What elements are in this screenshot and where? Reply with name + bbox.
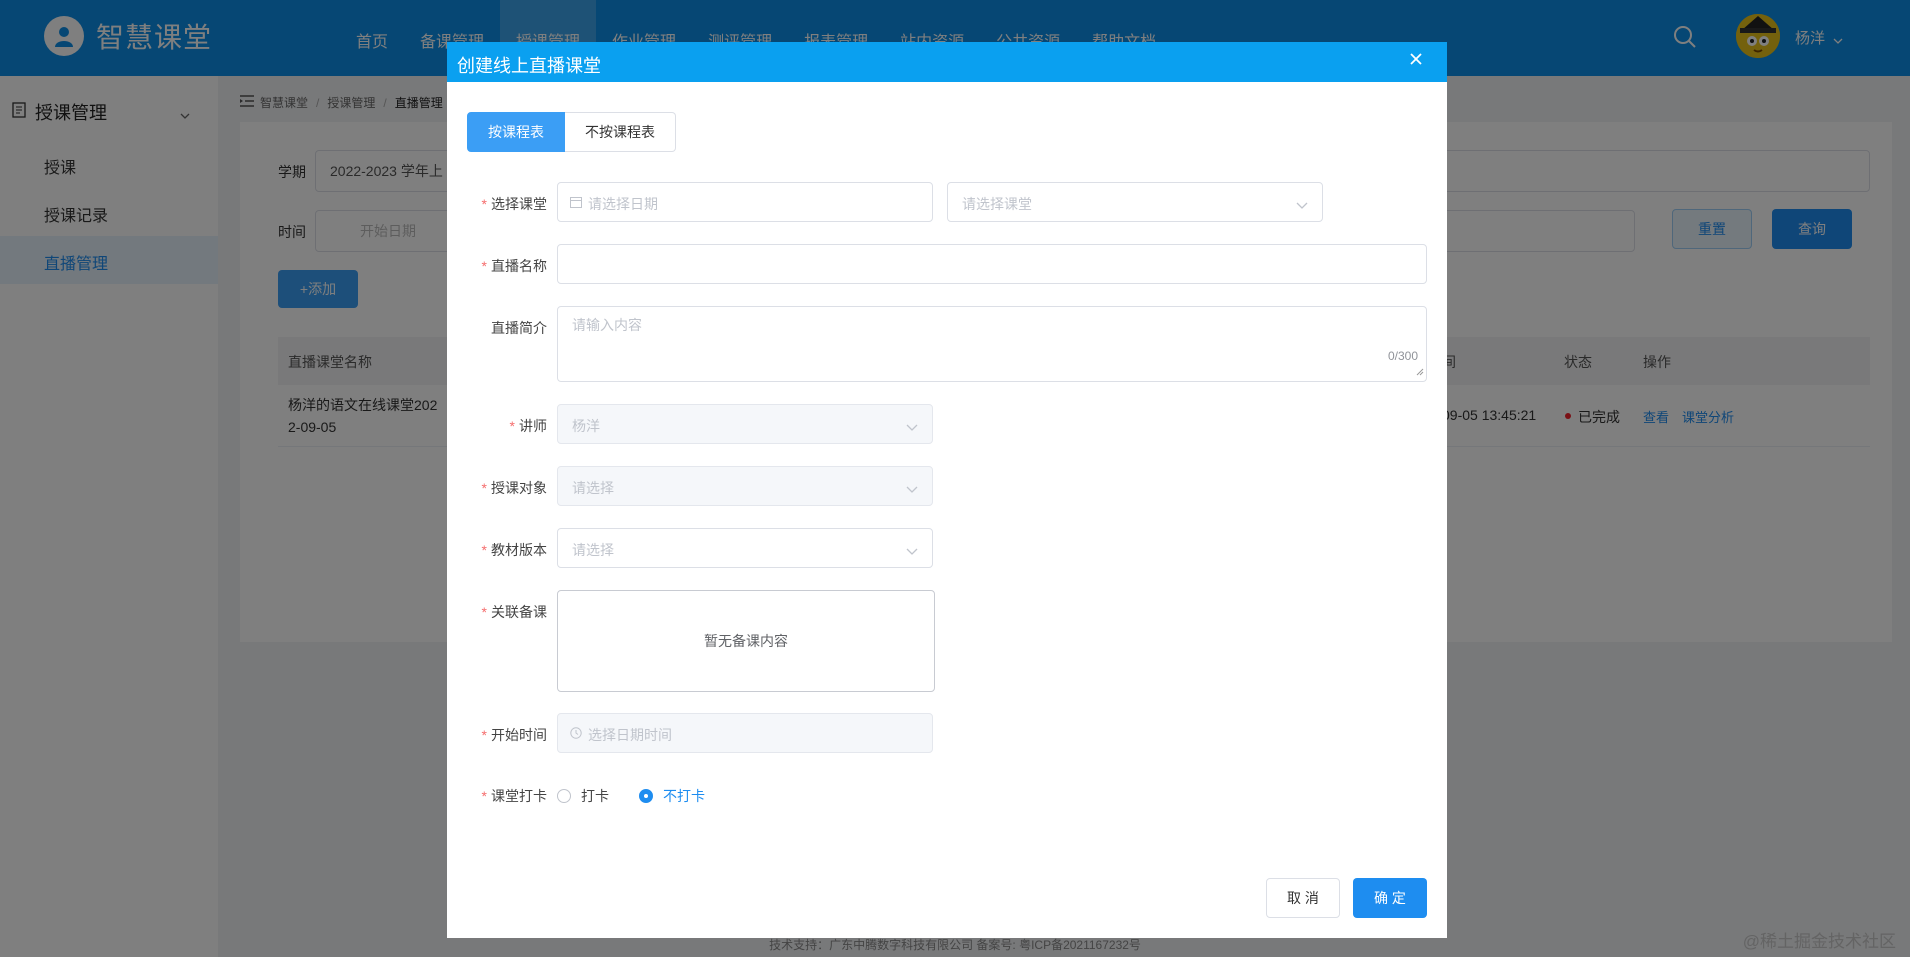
intro-label: 直播简介 [491, 320, 547, 336]
dialog-title: 创建线上直播课堂 [457, 56, 601, 76]
tab-by-schedule[interactable]: 按课程表 [467, 112, 565, 152]
create-live-dialog: 创建线上直播课堂 按课程表 不按课程表 * 选择课堂 请选择日期 请选择课堂 * 直… [447, 42, 1447, 938]
audience-select: 请选择 [557, 466, 933, 506]
chevron-down-icon [1296, 197, 1308, 213]
radio-circle-selected[interactable] [639, 789, 653, 803]
select-class-label: * 选择课堂 [481, 196, 547, 212]
char-counter: 0/300 [1387, 349, 1418, 363]
audience-placeholder: 请选择 [572, 480, 614, 496]
calendar-icon [570, 195, 582, 211]
teacher-select: 杨洋 [557, 404, 933, 444]
chevron-down-icon [906, 419, 918, 435]
radio-circle[interactable] [557, 789, 571, 803]
intro-textarea[interactable]: 请输入内容 0/300 [557, 306, 1427, 382]
dialog-header: 创建线上直播课堂 [447, 42, 1447, 82]
close-icon[interactable] [1409, 52, 1423, 69]
radio-no-checkin[interactable]: 不打卡 [639, 786, 705, 806]
date-placeholder: 请选择日期 [588, 196, 658, 212]
intro-placeholder: 请输入内容 [572, 317, 642, 333]
start-time-picker: 选择日期时间 [557, 713, 933, 753]
class-placeholder: 请选择课堂 [962, 196, 1032, 212]
radio-no-checkin-label: 不打卡 [663, 788, 705, 804]
prep-list: 暂无备课内容 [557, 590, 935, 692]
radio-checkin[interactable]: 打卡 [557, 786, 609, 806]
teacher-value: 杨洋 [572, 418, 600, 434]
live-name-label: * 直播名称 [481, 258, 547, 274]
textbook-placeholder: 请选择 [572, 542, 614, 558]
radio-checkin-label: 打卡 [581, 788, 609, 804]
start-time-label: * 开始时间 [481, 727, 547, 743]
textbook-label: * 教材版本 [481, 542, 547, 558]
date-picker[interactable]: 请选择日期 [557, 182, 933, 222]
schedule-mode-toggle: 按课程表 不按课程表 [467, 112, 676, 152]
prep-label: * 关联备课 [481, 604, 547, 620]
teacher-label: * 讲师 [509, 418, 547, 434]
chevron-down-icon [906, 481, 918, 497]
class-select[interactable]: 请选择课堂 [947, 182, 1323, 222]
cancel-button[interactable]: 取 消 [1266, 878, 1340, 918]
live-name-input[interactable] [557, 244, 1427, 284]
start-time-placeholder: 选择日期时间 [588, 727, 672, 743]
confirm-button[interactable]: 确 定 [1353, 878, 1427, 918]
audience-label: * 授课对象 [481, 480, 547, 496]
chevron-down-icon [906, 543, 918, 559]
checkin-label: * 课堂打卡 [481, 788, 547, 804]
tab-no-schedule[interactable]: 不按课程表 [565, 112, 676, 152]
clock-icon [570, 726, 582, 742]
resize-handle-icon[interactable] [1416, 363, 1424, 379]
empty-prep-text: 暂无备课内容 [704, 633, 788, 649]
textbook-select[interactable]: 请选择 [557, 528, 933, 568]
